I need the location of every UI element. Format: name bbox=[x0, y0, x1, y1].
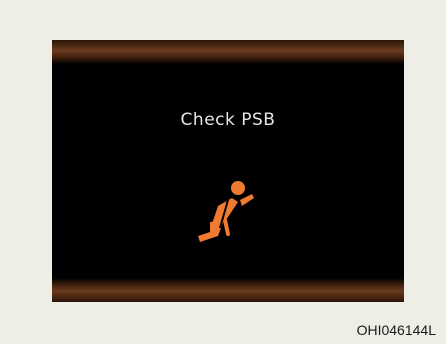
seatbelt-warning-icon bbox=[198, 181, 254, 242]
display-top-band bbox=[52, 40, 404, 64]
cluster-display: Check PSB bbox=[52, 40, 404, 302]
display-bottom-band bbox=[52, 278, 404, 302]
figure-code: OHI046144L bbox=[356, 322, 436, 338]
warning-message: Check PSB bbox=[180, 110, 276, 130]
